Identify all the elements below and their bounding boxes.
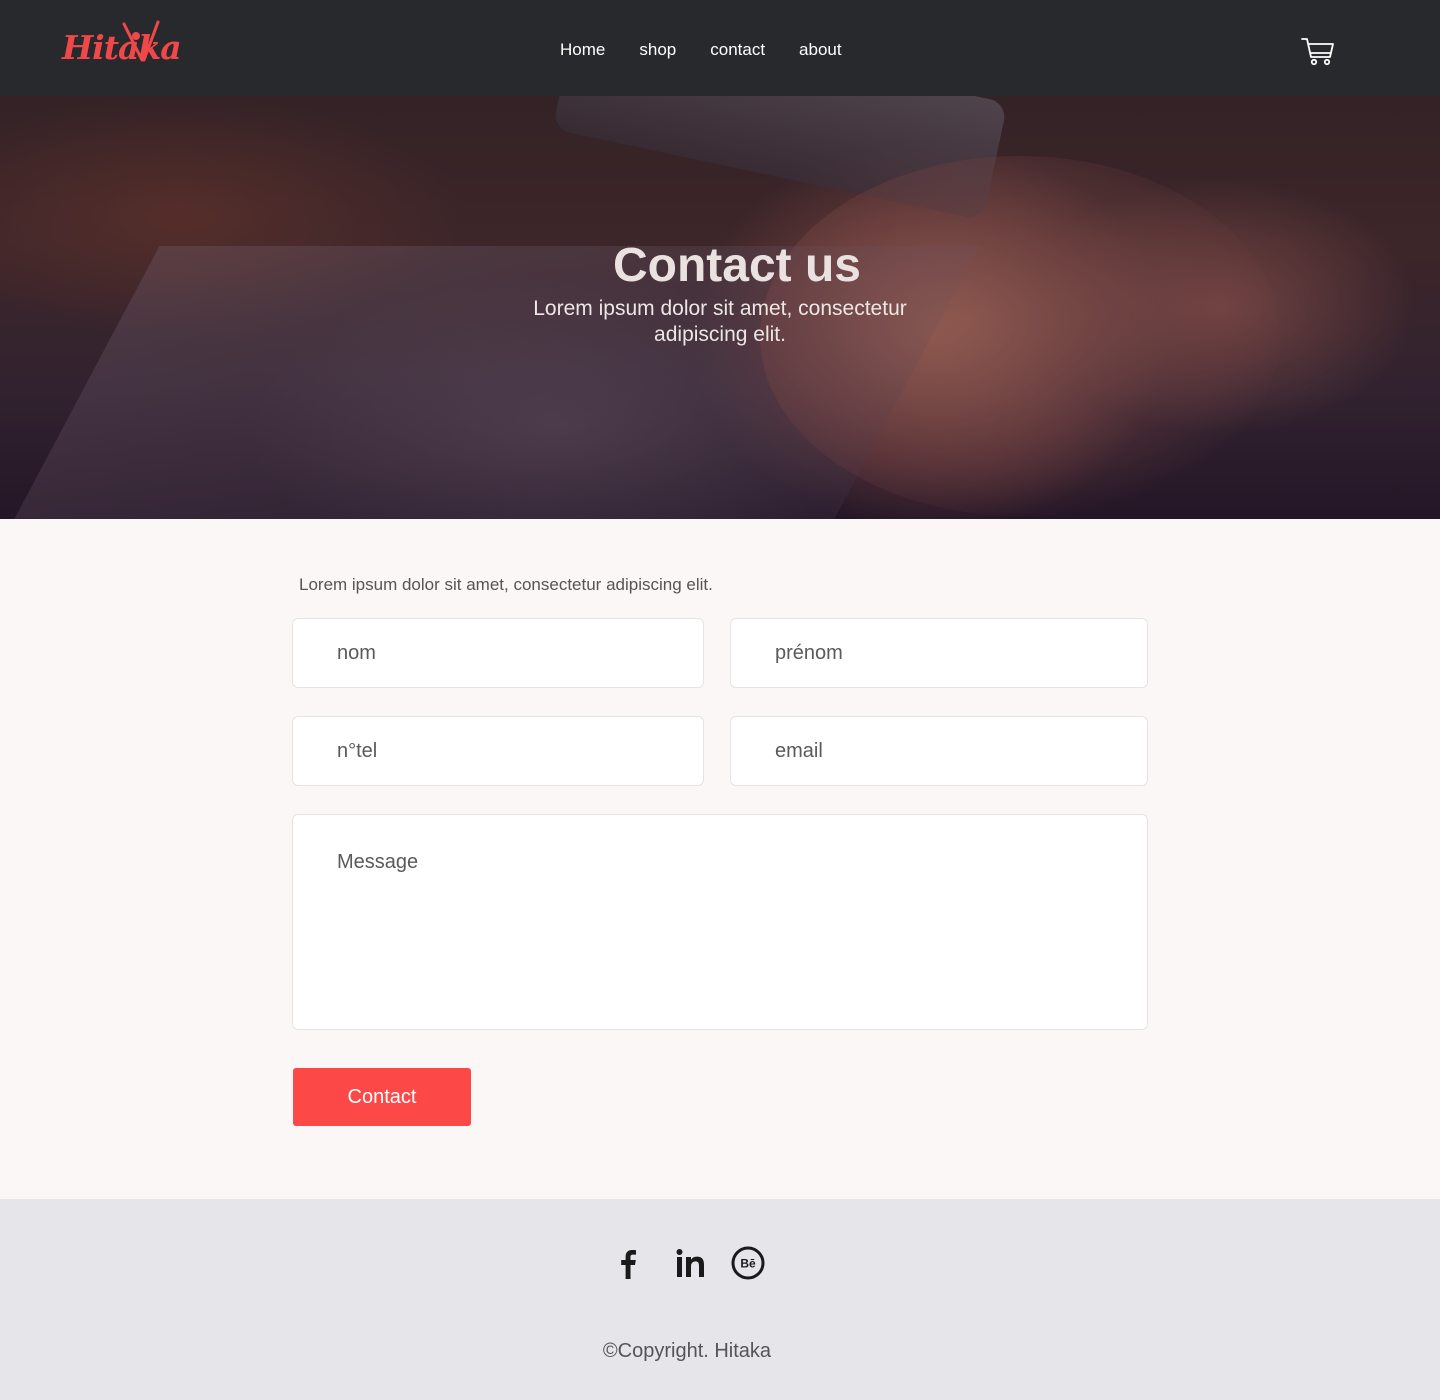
message-field[interactable] bbox=[292, 814, 1148, 1030]
nav-contact[interactable]: contact bbox=[710, 40, 765, 60]
nav-shop[interactable]: shop bbox=[639, 40, 676, 60]
svg-text:Bē: Bē bbox=[740, 1257, 756, 1271]
nav-home[interactable]: Home bbox=[560, 40, 605, 60]
linkedin-icon[interactable] bbox=[673, 1245, 709, 1281]
prenom-field[interactable] bbox=[730, 618, 1148, 688]
contact-button[interactable]: Contact bbox=[293, 1068, 471, 1126]
facebook-icon[interactable] bbox=[610, 1245, 646, 1281]
chopsticks-icon bbox=[122, 20, 160, 62]
behance-icon[interactable]: Bē bbox=[730, 1245, 766, 1281]
hero-banner: Contact us Lorem ipsum dolor sit amet, c… bbox=[0, 96, 1440, 519]
copyright-text: ©Copyright. Hitaka bbox=[602, 1340, 772, 1362]
nom-field[interactable] bbox=[292, 618, 704, 688]
main-nav: Home shop contact about bbox=[560, 40, 842, 60]
email-field[interactable] bbox=[730, 716, 1148, 786]
cart-icon[interactable] bbox=[1300, 33, 1336, 69]
footer: Bē ©Copyright. Hitaka bbox=[0, 1199, 1440, 1400]
navbar: Hitaka Home shop contact about bbox=[0, 0, 1440, 96]
nav-about[interactable]: about bbox=[799, 40, 842, 60]
logo[interactable]: Hitaka bbox=[62, 18, 192, 74]
hero-subtitle: Lorem ipsum dolor sit amet, consectetur … bbox=[533, 297, 907, 346]
hero-title: Contact us bbox=[612, 239, 861, 292]
contact-intro: Lorem ipsum dolor sit amet, consectetur … bbox=[299, 575, 713, 594]
tel-field[interactable] bbox=[292, 716, 704, 786]
